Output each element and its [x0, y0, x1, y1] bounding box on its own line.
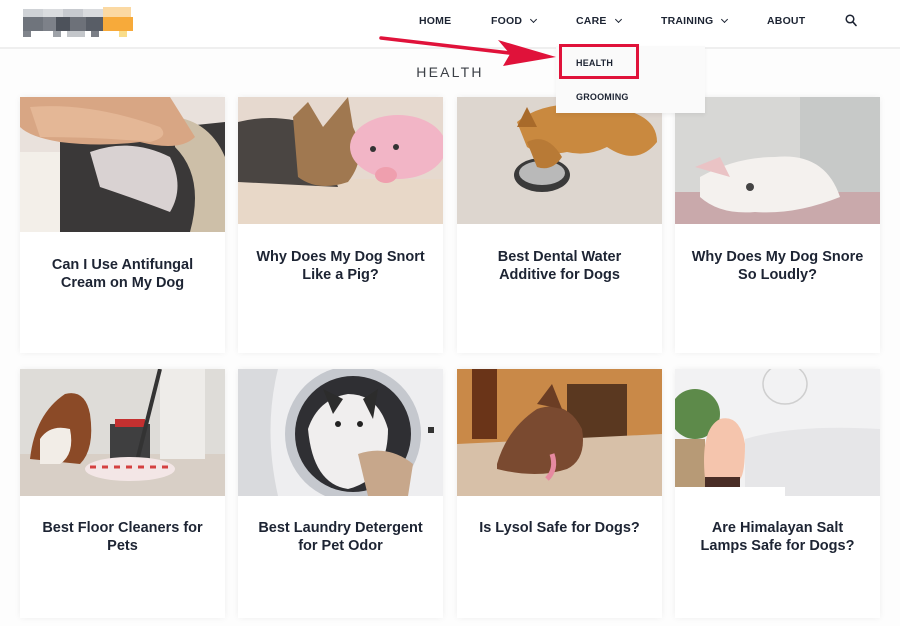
nav-training[interactable]: TRAINING — [661, 15, 729, 27]
nav-about-label: ABOUT — [767, 15, 806, 27]
post-thumbnail[interactable] — [20, 97, 225, 232]
post-title[interactable]: Best Floor Cleaners for Pets — [34, 519, 211, 555]
post-card[interactable]: Best Floor Cleaners for Pets — [20, 369, 225, 618]
chevron-down-icon — [614, 15, 622, 24]
nav-home-label: HOME — [419, 15, 452, 27]
annotation-arrow-icon — [379, 36, 556, 66]
annotation-highlight-box — [559, 44, 639, 79]
chevron-down-icon — [721, 15, 729, 24]
post-title[interactable]: Why Does My Dog Snort Like a Pig? — [252, 248, 429, 284]
post-thumbnail[interactable] — [457, 97, 662, 224]
post-title[interactable]: Best Dental Water Additive for Dogs — [471, 248, 648, 284]
post-card[interactable]: Can I Use Antifungal Cream on My Dog — [20, 97, 225, 353]
nav-food-label: FOOD — [491, 15, 523, 27]
post-card[interactable]: Why Does My Dog Snore So Loudly? — [675, 97, 880, 353]
site-logo[interactable] — [23, 7, 135, 37]
nav-food[interactable]: FOOD — [491, 15, 538, 27]
post-card[interactable]: Is Lysol Safe for Dogs? — [457, 369, 662, 618]
post-title[interactable]: Is Lysol Safe for Dogs? — [471, 519, 648, 537]
nav-care[interactable]: CARE — [576, 15, 622, 27]
post-title[interactable]: Why Does My Dog Snore So Loudly? — [689, 248, 866, 284]
nav-about[interactable]: ABOUT — [767, 15, 805, 27]
post-thumbnail[interactable] — [675, 97, 880, 224]
nav-care-label: CARE — [576, 15, 607, 27]
page-title: HEALTH — [416, 64, 484, 80]
post-card[interactable]: Best Dental Water Additive for Dogs — [457, 97, 662, 353]
chevron-down-icon — [530, 15, 538, 24]
post-title[interactable]: Best Laundry Detergent for Pet Odor — [252, 519, 429, 555]
dropdown-item-grooming[interactable]: GROOMING — [576, 92, 629, 102]
post-title[interactable]: Are Himalayan Salt Lamps Safe for Dogs? — [689, 519, 866, 555]
nav-training-label: TRAINING — [661, 15, 714, 27]
post-thumbnail[interactable] — [20, 369, 225, 496]
nav-home[interactable]: HOME — [419, 15, 451, 27]
post-card[interactable]: Are Himalayan Salt Lamps Safe for Dogs? — [675, 369, 880, 618]
post-thumbnail[interactable] — [675, 369, 880, 496]
post-card[interactable]: Best Laundry Detergent for Pet Odor — [238, 369, 443, 618]
post-thumbnail[interactable] — [457, 369, 662, 496]
search-icon[interactable] — [845, 14, 857, 27]
post-thumbnail[interactable] — [238, 97, 443, 224]
post-title[interactable]: Can I Use Antifungal Cream on My Dog — [34, 256, 211, 292]
post-card[interactable]: Why Does My Dog Snort Like a Pig? — [238, 97, 443, 353]
post-thumbnail[interactable] — [238, 369, 443, 496]
